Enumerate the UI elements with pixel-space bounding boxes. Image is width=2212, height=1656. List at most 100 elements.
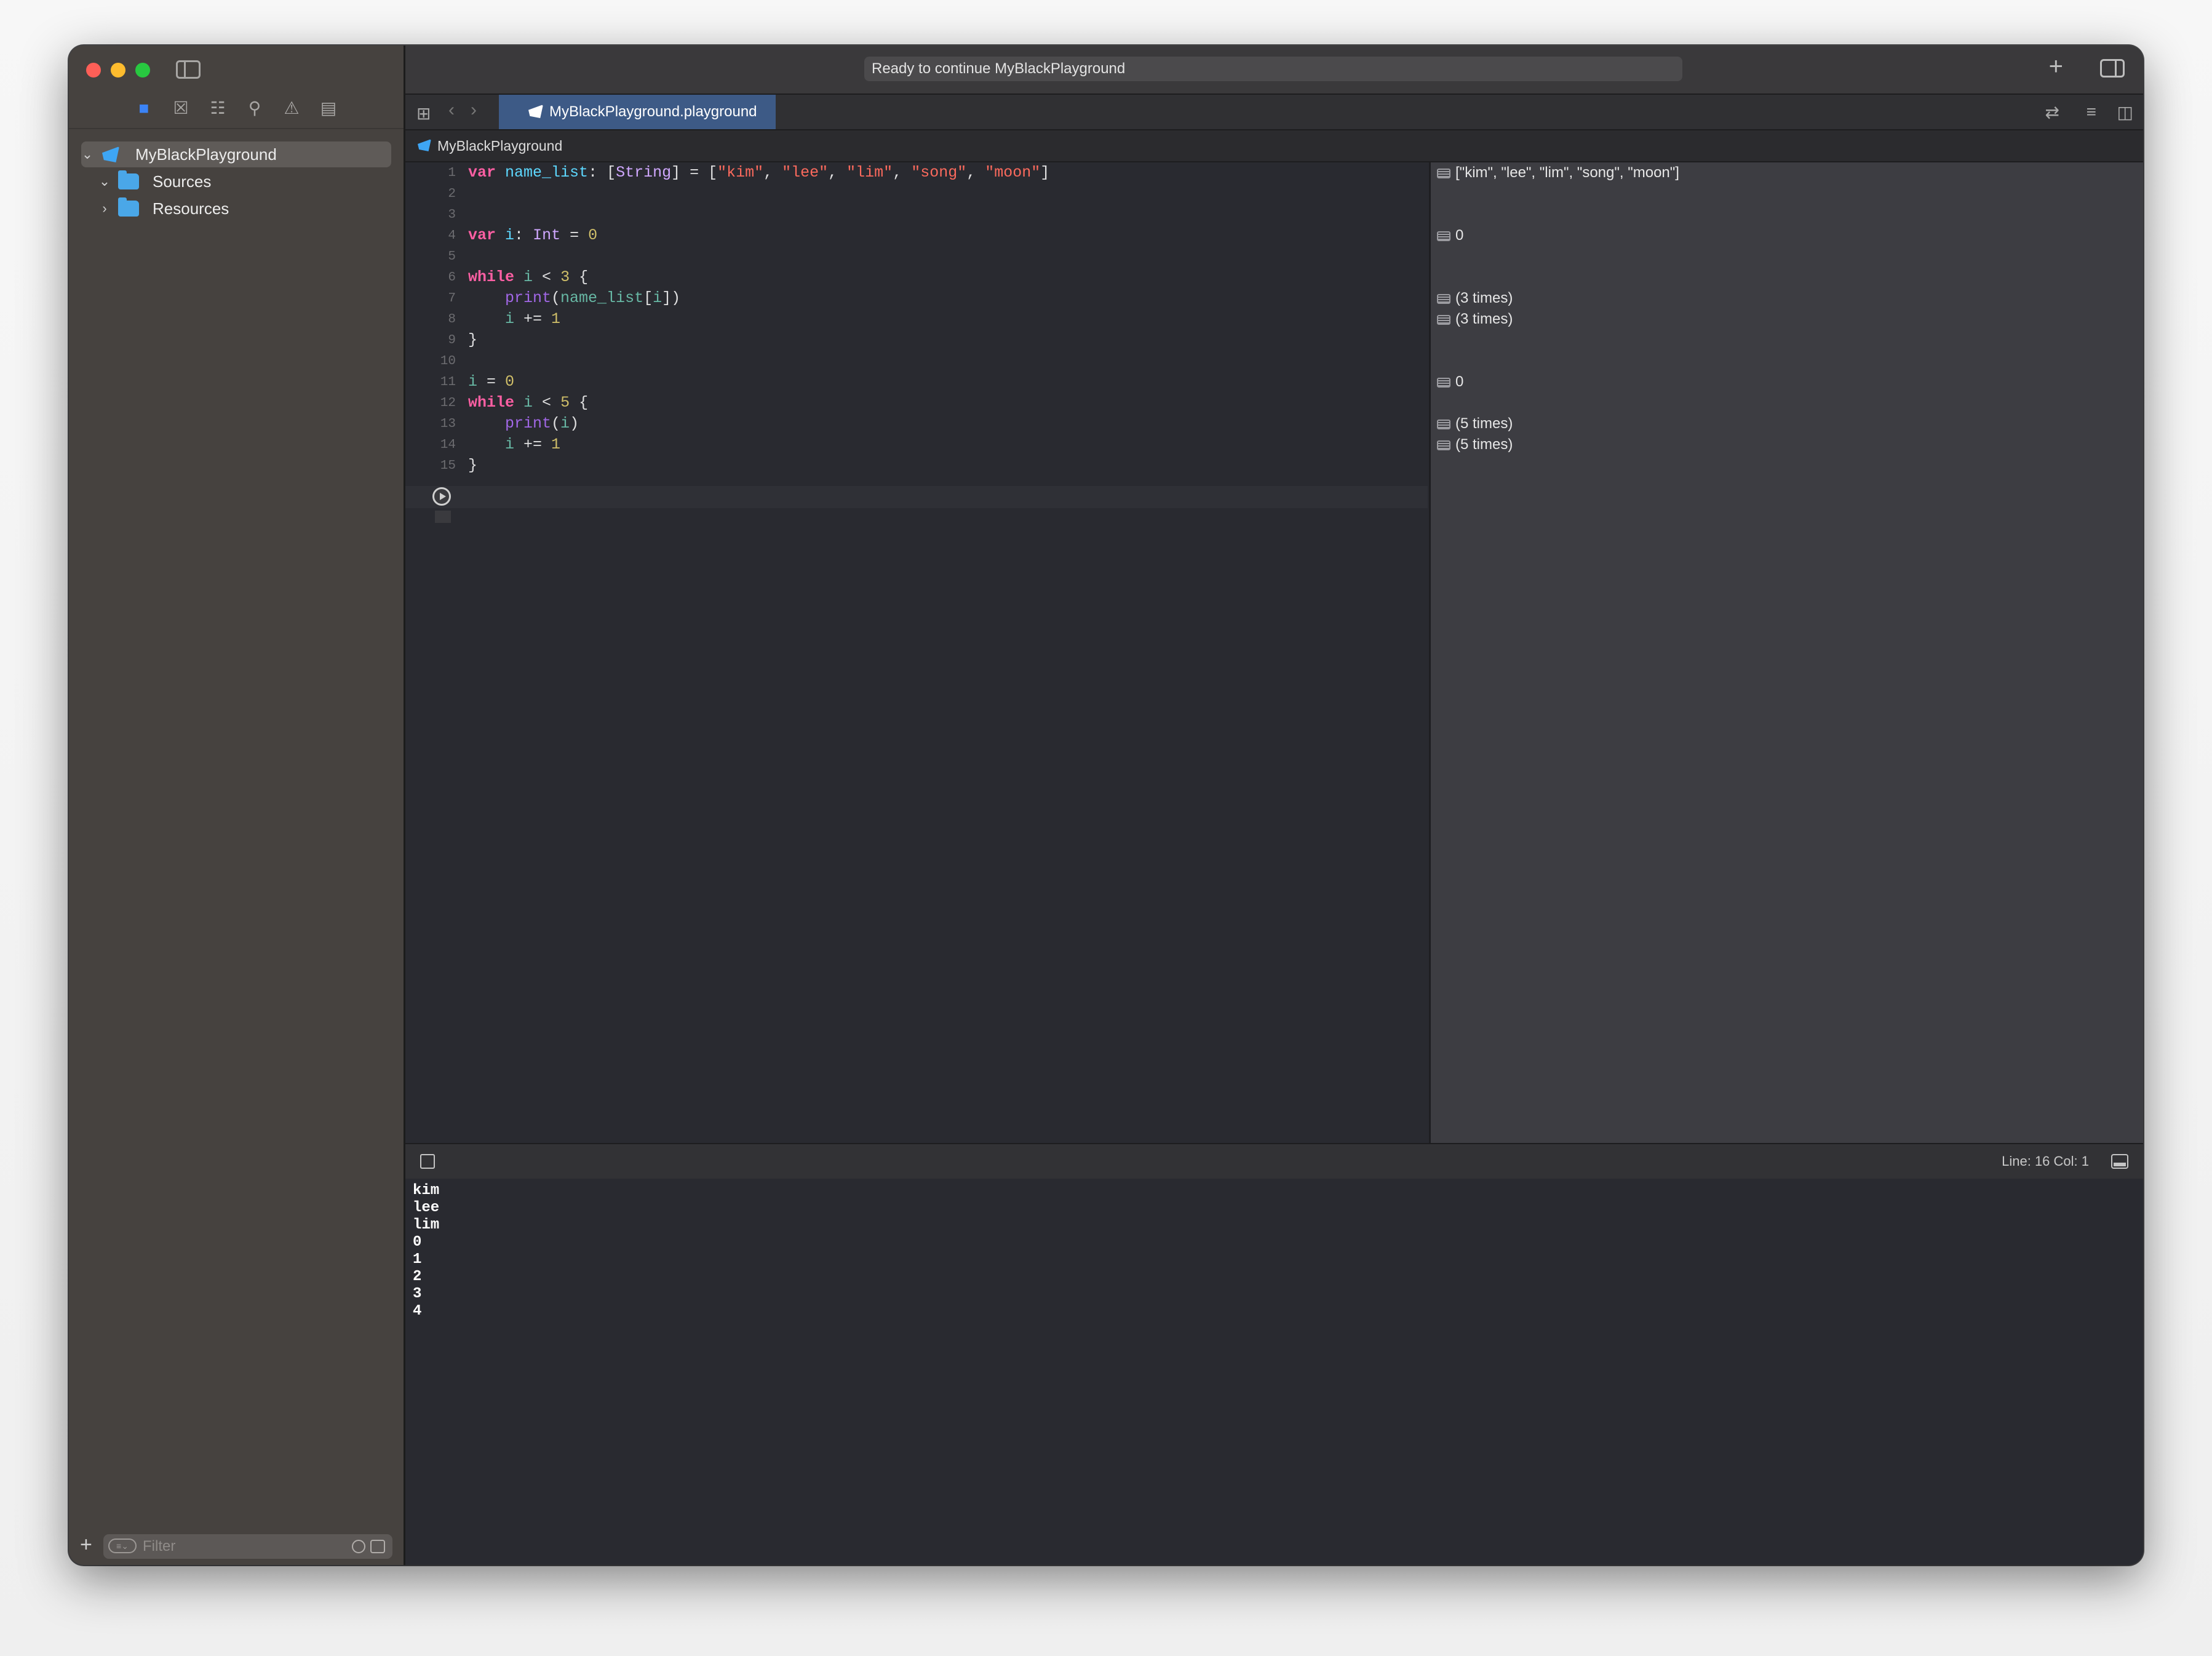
forward-button[interactable]: › bbox=[471, 100, 477, 121]
code-line: var i: Int = 0 bbox=[468, 226, 598, 244]
result-value: (3 times) bbox=[1455, 311, 1513, 327]
tree-item-resources[interactable]: › Resources bbox=[81, 196, 391, 221]
results-sidebar: ["kim", "lee", "lim", "song", "moon"] 0 … bbox=[1429, 162, 2143, 1143]
result-value: 0 bbox=[1455, 227, 1464, 244]
editor-options-icon[interactable]: ≡ bbox=[2087, 102, 2096, 122]
line-number: 3 bbox=[448, 208, 456, 222]
filter-options-icon[interactable]: ≡⌄ bbox=[108, 1539, 137, 1553]
code-line: i += 1 bbox=[505, 436, 561, 453]
breadcrumb-item[interactable]: MyBlackPlayground bbox=[437, 130, 562, 161]
line-number: 8 bbox=[448, 312, 456, 327]
navigator-tabs: ■ ☒ ☷ ⚲ ⚠ ▤ bbox=[133, 97, 404, 122]
hierarchy-icon[interactable]: ☷ bbox=[207, 97, 229, 119]
quick-look-icon[interactable] bbox=[1437, 420, 1450, 429]
tab-playground[interactable]: MyBlackPlayground.playground bbox=[499, 95, 776, 129]
warning-icon[interactable]: ⚠ bbox=[280, 97, 303, 119]
report-icon[interactable]: ▤ bbox=[317, 97, 340, 119]
sidebar-footer: + ≡⌄ bbox=[69, 1528, 404, 1565]
console-line: lee bbox=[413, 1200, 440, 1216]
console-line: 4 bbox=[413, 1303, 422, 1320]
minimize-window-button[interactable] bbox=[111, 63, 125, 78]
search-icon[interactable]: ⚲ bbox=[244, 97, 266, 119]
result-item[interactable]: (3 times) bbox=[1437, 309, 1513, 330]
code-line: i += 1 bbox=[505, 310, 561, 328]
result-value: (3 times) bbox=[1455, 290, 1513, 306]
swap-icon[interactable]: ⇄ bbox=[2045, 102, 2059, 122]
line-gutter: 1 2 3 4 5 6 7 8 9 10 11 12 13 14 15 bbox=[405, 162, 456, 1143]
tree-item-label: MyBlackPlayground bbox=[135, 145, 277, 164]
console-output[interactable]: kim lee lim 0 1 2 3 4 bbox=[405, 1179, 2143, 1565]
line-number: 4 bbox=[448, 229, 456, 243]
result-item[interactable]: 0 bbox=[1437, 225, 1463, 246]
quick-look-icon[interactable] bbox=[1437, 294, 1450, 304]
chevron-down-icon[interactable]: ⌄ bbox=[98, 169, 111, 194]
chevron-down-icon[interactable]: ⌄ bbox=[81, 141, 93, 167]
quick-look-icon[interactable] bbox=[1437, 440, 1450, 450]
result-item[interactable]: 0 bbox=[1437, 372, 1463, 392]
add-file-button[interactable]: + bbox=[80, 1533, 92, 1557]
swift-icon bbox=[418, 139, 431, 151]
tree-item-sources[interactable]: ⌄ Sources bbox=[81, 169, 391, 194]
run-to-here-button[interactable] bbox=[432, 487, 451, 506]
filter-field: ≡⌄ bbox=[103, 1534, 392, 1559]
breadcrumb: MyBlackPlayground bbox=[405, 130, 2143, 162]
result-value: ["kim", "lee", "lim", "song", "moon"] bbox=[1455, 164, 1679, 181]
line-number: 13 bbox=[440, 417, 456, 431]
result-item[interactable]: ["kim", "lee", "lim", "song", "moon"] bbox=[1437, 162, 1679, 183]
quick-look-icon[interactable] bbox=[1437, 315, 1450, 325]
result-item[interactable]: (5 times) bbox=[1437, 434, 1513, 455]
folder-icon[interactable]: ■ bbox=[133, 97, 155, 119]
result-item[interactable]: (5 times) bbox=[1437, 413, 1513, 434]
line-number: 12 bbox=[440, 396, 456, 410]
line-number: 15 bbox=[440, 459, 456, 473]
tree-item-label: Sources bbox=[153, 172, 212, 191]
navigator-sidebar: ■ ☒ ☷ ⚲ ⚠ ▤ ⌄ MyBlackPlayground ⌄ Source… bbox=[69, 46, 405, 1565]
close-window-button[interactable] bbox=[86, 63, 101, 78]
filter-input[interactable] bbox=[141, 1537, 328, 1556]
code-line: while i < 3 { bbox=[468, 268, 589, 286]
code-line: i = 0 bbox=[468, 373, 515, 391]
debug-area-toggle-icon[interactable] bbox=[2111, 1154, 2128, 1169]
line-number: 14 bbox=[440, 438, 456, 452]
add-library-button[interactable]: + bbox=[2049, 53, 2063, 81]
split-editor-icon[interactable]: ◫ bbox=[2117, 102, 2133, 122]
console-line: 1 bbox=[413, 1251, 422, 1268]
code-line: while i < 5 { bbox=[468, 394, 589, 412]
gutter-marker bbox=[435, 511, 451, 523]
related-items-icon[interactable]: ⊞ bbox=[416, 103, 431, 124]
tree-item-playground[interactable]: ⌄ MyBlackPlayground bbox=[81, 141, 391, 167]
inspector-toggle-icon[interactable] bbox=[2100, 59, 2125, 78]
line-number: 6 bbox=[448, 271, 456, 285]
folder-icon bbox=[118, 197, 139, 217]
console-line: 0 bbox=[413, 1234, 422, 1251]
chevron-right-icon[interactable]: › bbox=[98, 196, 111, 221]
source-control-icon[interactable]: ☒ bbox=[170, 97, 192, 119]
back-button[interactable]: ‹ bbox=[448, 100, 455, 121]
modified-files-icon[interactable] bbox=[370, 1540, 385, 1553]
line-number: 7 bbox=[448, 292, 456, 306]
current-line-highlight bbox=[405, 486, 1428, 508]
tab-bar: ⊞ ‹ › MyBlackPlayground.playground ⇄ ≡ ◫ bbox=[405, 95, 2143, 130]
quick-look-icon[interactable] bbox=[1437, 231, 1450, 241]
code-line: print(i) bbox=[505, 415, 579, 432]
editor-area: Ready to continue MyBlackPlayground + ⊞ … bbox=[405, 46, 2143, 1565]
cursor-position: Line: 16 Col: 1 bbox=[2002, 1153, 2089, 1169]
result-value: 0 bbox=[1455, 373, 1464, 390]
line-number: 2 bbox=[448, 187, 456, 201]
zoom-window-button[interactable] bbox=[135, 63, 150, 78]
quick-look-icon[interactable] bbox=[1437, 378, 1450, 388]
recent-files-icon[interactable] bbox=[352, 1540, 365, 1553]
result-item[interactable]: (3 times) bbox=[1437, 288, 1513, 309]
console-line: kim bbox=[413, 1182, 440, 1199]
swift-icon bbox=[102, 146, 119, 162]
quick-look-icon[interactable] bbox=[1437, 169, 1450, 178]
code-editor[interactable]: 1 2 3 4 5 6 7 8 9 10 11 12 13 14 15 var … bbox=[405, 162, 1428, 1143]
debug-area-checkbox[interactable] bbox=[420, 1154, 435, 1169]
folder-icon bbox=[118, 170, 139, 189]
code-line: } bbox=[468, 456, 478, 474]
tab-label: MyBlackPlayground.playground bbox=[549, 103, 757, 120]
sidebar-toggle-icon[interactable] bbox=[176, 60, 201, 79]
swift-icon bbox=[528, 105, 543, 118]
line-number: 10 bbox=[440, 354, 456, 368]
result-value: (5 times) bbox=[1455, 415, 1513, 432]
